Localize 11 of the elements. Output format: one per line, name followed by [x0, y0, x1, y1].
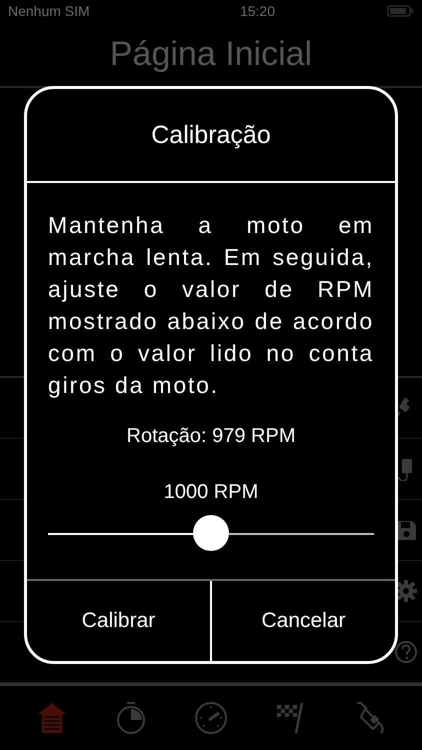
slider-value: 1000 RPM: [164, 481, 258, 504]
carrier-name: Nenhum SIM: [8, 3, 91, 19]
clock-time: 15:20: [240, 3, 276, 19]
rpm-reading: Rotação: 979 RPM: [126, 425, 296, 448]
slider-thumb[interactable]: [193, 515, 229, 551]
dialog-title: Calibração: [151, 120, 271, 150]
dialog-button[interactable]: Cancelar: [210, 581, 395, 661]
dialog-message: Mantenha a moto em marcha lenta. Em seguida, ajuste o valor de RPM mostrado abaixo de acordo com o valor lido no conta giros da moto.: [48, 211, 374, 400]
page-title: Página Inicial: [110, 34, 312, 74]
battery-icon: [386, 4, 414, 18]
help-icon[interactable]: [394, 640, 418, 664]
